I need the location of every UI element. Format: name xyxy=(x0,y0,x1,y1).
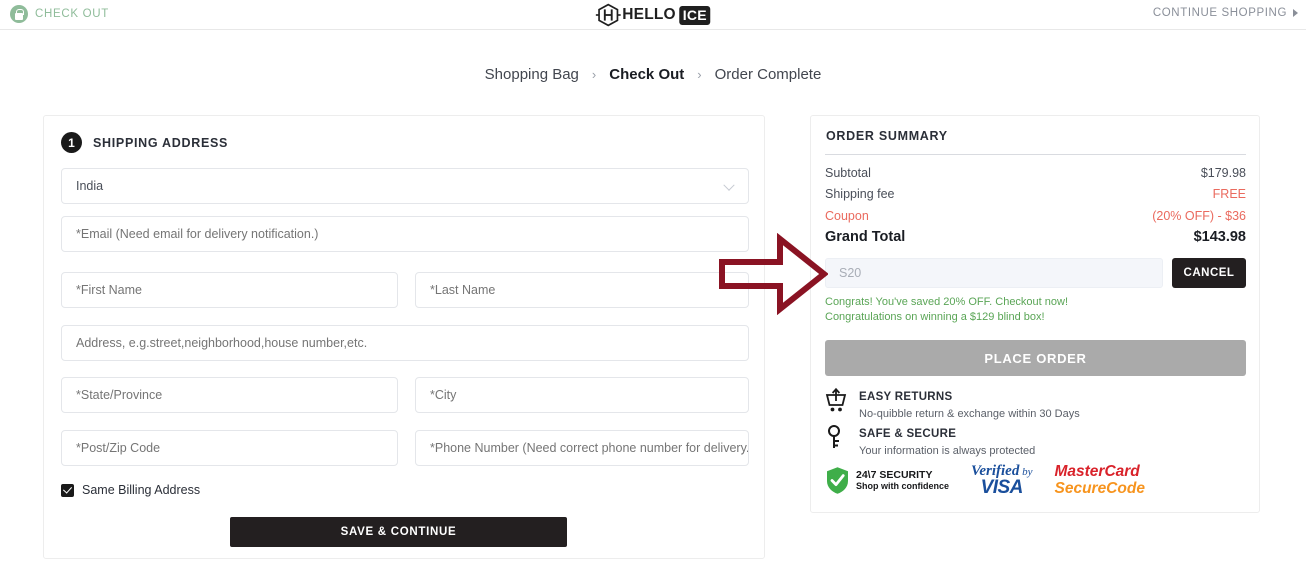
place-order-button[interactable]: PLACE ORDER xyxy=(825,340,1246,376)
coupon-code-input[interactable] xyxy=(825,258,1163,288)
continue-shopping-label: CONTINUE SHOPPING xyxy=(1152,7,1287,19)
order-summary-divider xyxy=(825,154,1246,155)
hexagon-h-logo-icon xyxy=(595,3,621,27)
congrats-message-blind-box: Congratulations on winning a $129 blind … xyxy=(825,311,1045,323)
visa-wordmark: VISA xyxy=(980,477,1024,498)
email-input[interactable] xyxy=(61,216,749,252)
grand-total-value: $143.98 xyxy=(1193,229,1246,245)
first-name-input[interactable] xyxy=(61,272,398,308)
step-number-badge: 1 xyxy=(61,132,82,153)
state-province-input[interactable] xyxy=(61,377,398,413)
zip-code-input[interactable] xyxy=(61,430,398,466)
perk-sub-safe-secure: Your information is always protected xyxy=(859,445,1036,457)
same-billing-address-row[interactable]: Same Billing Address xyxy=(61,483,200,497)
security-badge-line1: 24\7 SECURITY xyxy=(856,469,933,482)
shipping-address-title: SHIPPING ADDRESS xyxy=(93,135,229,150)
last-name-input[interactable] xyxy=(415,272,749,308)
summary-row-shipping-fee: Shipping fee FREE xyxy=(825,184,1246,203)
shipping-fee-label: Shipping fee xyxy=(825,186,895,201)
breadcrumb-item-shopping-bag[interactable]: Shopping Bag xyxy=(485,66,579,83)
shipping-address-header: 1 SHIPPING ADDRESS xyxy=(61,132,228,153)
securecode-wordmark: SecureCode xyxy=(1054,479,1145,497)
breadcrumb-separator: › xyxy=(697,67,702,82)
site-logo[interactable]: HELLO ICE xyxy=(595,3,711,27)
summary-row-coupon: Coupon (20% OFF) - $36 xyxy=(825,206,1246,225)
perk-easy-returns: EASY RETURNS No-quibble return & exchang… xyxy=(825,387,1080,421)
trust-badges: 24\7 SECURITY Shop with confidence Verif… xyxy=(825,463,1145,498)
header-checkout-status: CHECK OUT xyxy=(10,5,109,23)
breadcrumb-item-check-out[interactable]: Check Out xyxy=(609,66,684,83)
summary-row-subtotal: Subtotal $179.98 xyxy=(825,163,1246,182)
summary-row-grand-total: Grand Total $143.98 xyxy=(825,226,1246,248)
perk-title-easy-returns: EASY RETURNS xyxy=(859,391,953,403)
perk-title-safe-secure: SAFE & SECURE xyxy=(859,428,957,440)
country-select-value: India xyxy=(76,179,104,193)
perk-text-block: EASY RETURNS No-quibble return & exchang… xyxy=(859,387,1080,421)
checkout-page: CHECK OUT HELLO ICE CONTINUE SHOPPING Sh… xyxy=(0,0,1306,563)
shipping-address-card: 1 SHIPPING ADDRESS India Same Billing Ad… xyxy=(43,115,765,559)
coupon-label: Coupon xyxy=(825,208,869,223)
order-summary-card: ORDER SUMMARY Subtotal $179.98 Shipping … xyxy=(810,115,1260,513)
chevron-down-icon xyxy=(723,179,735,191)
address-input[interactable] xyxy=(61,325,749,361)
logo-hello-text: HELLO xyxy=(622,6,676,24)
cancel-coupon-button[interactable]: CANCEL xyxy=(1172,258,1246,288)
cart-return-icon xyxy=(825,387,847,412)
perk-safe-secure: SAFE & SECURE Your information is always… xyxy=(825,424,1035,458)
badge-24-7-security: 24\7 SECURITY Shop with confidence xyxy=(825,466,949,495)
security-badge-text: 24\7 SECURITY Shop with confidence xyxy=(856,469,949,491)
site-header: CHECK OUT HELLO ICE CONTINUE SHOPPING xyxy=(0,0,1306,30)
phone-number-input[interactable] xyxy=(415,430,749,466)
save-and-continue-button[interactable]: SAVE & CONTINUE xyxy=(230,517,567,547)
security-badge-line2: Shop with confidence xyxy=(856,481,950,492)
perk-sub-easy-returns: No-quibble return & exchange within 30 D… xyxy=(859,408,1080,420)
breadcrumb-item-order-complete[interactable]: Order Complete xyxy=(715,66,822,83)
header-checkout-label: CHECK OUT xyxy=(35,8,110,20)
logo-ice-text: ICE xyxy=(678,5,711,25)
shipping-fee-value: FREE xyxy=(1212,186,1246,201)
breadcrumb: Shopping Bag › Check Out › Order Complet… xyxy=(0,66,1306,83)
country-select[interactable]: India xyxy=(61,168,749,204)
badge-mastercard-securecode: MasterCard SecureCode xyxy=(1054,463,1145,497)
badge-verified-by-visa: Verified by VISA xyxy=(971,464,1032,498)
continue-shopping-link[interactable]: CONTINUE SHOPPING xyxy=(1153,7,1298,19)
green-shield-check-icon xyxy=(827,467,848,494)
subtotal-value: $179.98 xyxy=(1200,165,1246,180)
city-input[interactable] xyxy=(415,377,749,413)
order-summary-title: ORDER SUMMARY xyxy=(826,129,948,143)
mastercard-wordmark: MasterCard xyxy=(1054,463,1140,481)
perk-text-block: SAFE & SECURE Your information is always… xyxy=(859,424,1035,458)
coupon-value: (20% OFF) - $36 xyxy=(1152,208,1246,223)
grand-total-label: Grand Total xyxy=(825,229,906,245)
breadcrumb-separator: › xyxy=(591,67,597,82)
same-billing-address-label: Same Billing Address xyxy=(82,483,201,497)
chevron-right-icon xyxy=(1293,9,1298,17)
congrats-message-discount: Congrats! You've saved 20% OFF. Checkout… xyxy=(825,296,1069,308)
key-icon xyxy=(828,425,840,448)
lock-icon xyxy=(10,5,28,23)
subtotal-label: Subtotal xyxy=(825,165,871,180)
checkbox-checked-icon[interactable] xyxy=(61,483,74,497)
